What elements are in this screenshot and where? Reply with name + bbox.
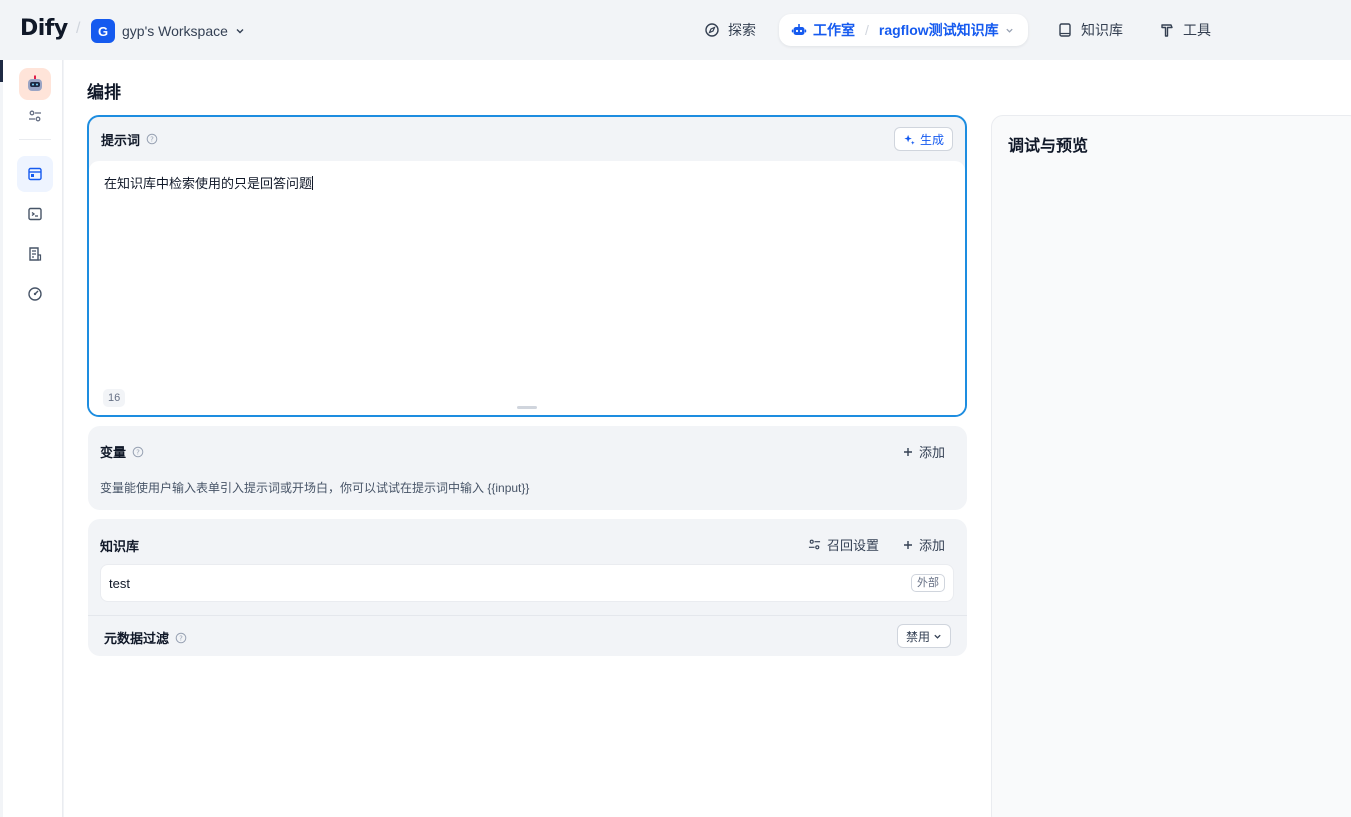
knowledge-item-name: test xyxy=(109,575,130,591)
page-title: 编排 xyxy=(87,83,121,102)
dify-logo[interactable]: Dify xyxy=(20,16,68,41)
sliders-icon xyxy=(808,539,821,550)
main-panel: 编排 提示词 ? 生成 在知识库中检索使用的只是回答问题 16 变量 ? 添加 … xyxy=(64,60,1351,817)
knowledge-actions: 召回设置 添加 xyxy=(808,535,945,554)
variables-description: 变量能使用户输入表单引入提示词或开场白，你可以试试在提示词中输入 {{input… xyxy=(100,481,530,495)
add-knowledge-button[interactable]: 添加 xyxy=(903,535,945,554)
prompt-content: 在知识库中检索使用的只是回答问题 xyxy=(104,176,313,191)
generate-label: 生成 xyxy=(919,132,944,147)
prompt-title: 提示词 xyxy=(101,132,141,148)
chevron-down-icon xyxy=(934,634,941,639)
top-bar: Dify / G gyp's Workspace 探索 工作室 / ragflo… xyxy=(0,0,1351,60)
terminal-icon xyxy=(28,207,42,221)
nav-studio-label: 工作室 xyxy=(813,22,855,38)
layout-icon xyxy=(28,167,42,181)
knowledge-header: 知识库 xyxy=(100,536,139,555)
prompt-text[interactable]: 在知识库中检索使用的只是回答问题 xyxy=(104,173,314,192)
variables-header: 变量 ? xyxy=(100,442,144,461)
help-circle-icon[interactable]: ? xyxy=(132,446,144,458)
add-variable-label: 添加 xyxy=(918,445,945,460)
current-app-name[interactable]: ragflow测试知识库 xyxy=(879,20,999,40)
app-icon[interactable] xyxy=(19,68,51,100)
knowledge-title: 知识库 xyxy=(100,539,140,554)
help-circle-icon[interactable]: ? xyxy=(146,133,158,145)
nav-separator: / xyxy=(865,22,869,38)
nav-studio[interactable]: 工作室 / ragflow测试知识库 xyxy=(779,14,1028,46)
sidebar-item-api[interactable] xyxy=(17,196,53,232)
metadata-filter-value: 禁用 xyxy=(905,629,930,644)
prompt-section: 提示词 ? 生成 在知识库中检索使用的只是回答问题 16 xyxy=(87,115,967,417)
variables-section: 变量 ? 添加 变量能使用户输入表单引入提示词或开场白，你可以试试在提示词中输入… xyxy=(88,426,967,510)
svg-text:?: ? xyxy=(179,634,183,642)
robot-icon xyxy=(791,24,807,35)
robot-avatar-icon xyxy=(28,75,42,91)
compass-icon xyxy=(705,23,719,37)
sparkle-icon xyxy=(904,134,915,145)
chevron-down-icon xyxy=(236,29,244,34)
file-list-icon xyxy=(29,247,42,261)
preview-title: 调试与预览 xyxy=(1008,138,1089,155)
char-count-badge: 16 xyxy=(103,389,126,407)
recall-settings-button[interactable]: 召回设置 xyxy=(808,535,879,554)
text-cursor xyxy=(312,176,314,190)
add-variable-button[interactable]: 添加 xyxy=(903,442,945,461)
knowledge-section: 知识库 召回设置 添加 test 外部 元数据过滤 ? 禁用 xyxy=(88,519,967,656)
gauge-icon xyxy=(28,287,42,301)
logo-text: Dify xyxy=(20,16,68,41)
knowledge-item[interactable]: test 外部 xyxy=(100,564,954,602)
variables-title: 变量 xyxy=(100,445,127,460)
sidebar-item-logs[interactable] xyxy=(17,236,53,272)
plus-icon xyxy=(903,447,912,456)
nav-knowledge-label: 知识库 xyxy=(1081,22,1123,38)
nav-explore-label: 探索 xyxy=(728,22,756,38)
add-knowledge-label: 添加 xyxy=(918,538,945,553)
nav-tools-label: 工具 xyxy=(1183,22,1211,38)
section-divider xyxy=(88,615,967,616)
prompt-header: 提示词 ? 生成 xyxy=(89,117,965,161)
recall-settings-label: 召回设置 xyxy=(826,538,879,553)
sidebar-item-monitoring[interactable] xyxy=(17,276,53,312)
hammer-icon xyxy=(1161,24,1173,37)
breadcrumb-separator: / xyxy=(76,20,81,37)
nav-explore[interactable]: 探索 xyxy=(704,14,756,46)
svg-text:?: ? xyxy=(136,448,140,456)
workspace-name: gyp's Workspace xyxy=(122,23,228,39)
svg-text:?: ? xyxy=(150,135,154,143)
chevron-down-icon[interactable] xyxy=(1005,26,1014,35)
metadata-filter-row: 元数据过滤 ? xyxy=(104,628,187,647)
book-icon xyxy=(1059,23,1071,37)
sidebar-toggle-settings[interactable] xyxy=(17,98,53,134)
sidebar-item-orchestrate[interactable] xyxy=(17,156,53,192)
help-circle-icon[interactable]: ? xyxy=(175,632,187,644)
resize-handle[interactable] xyxy=(517,406,537,409)
nav-knowledge[interactable]: 知识库 xyxy=(1057,14,1123,46)
metadata-filter-label: 元数据过滤 xyxy=(104,631,170,646)
workspace-avatar: G xyxy=(91,19,115,43)
nav-tools[interactable]: 工具 xyxy=(1159,14,1211,46)
generate-button[interactable]: 生成 xyxy=(893,127,953,151)
sliders-icon xyxy=(29,110,41,122)
prompt-editor[interactable]: 在知识库中检索使用的只是回答问题 16 xyxy=(89,161,965,415)
plus-icon xyxy=(903,540,912,549)
workspace-switcher[interactable]: G gyp's Workspace xyxy=(91,19,245,43)
sidebar-divider xyxy=(19,139,51,140)
app-sidebar xyxy=(3,60,63,817)
metadata-filter-select[interactable]: 禁用 xyxy=(896,624,951,648)
debug-preview-panel: 调试与预览 xyxy=(991,115,1351,817)
external-badge: 外部 xyxy=(911,574,945,592)
